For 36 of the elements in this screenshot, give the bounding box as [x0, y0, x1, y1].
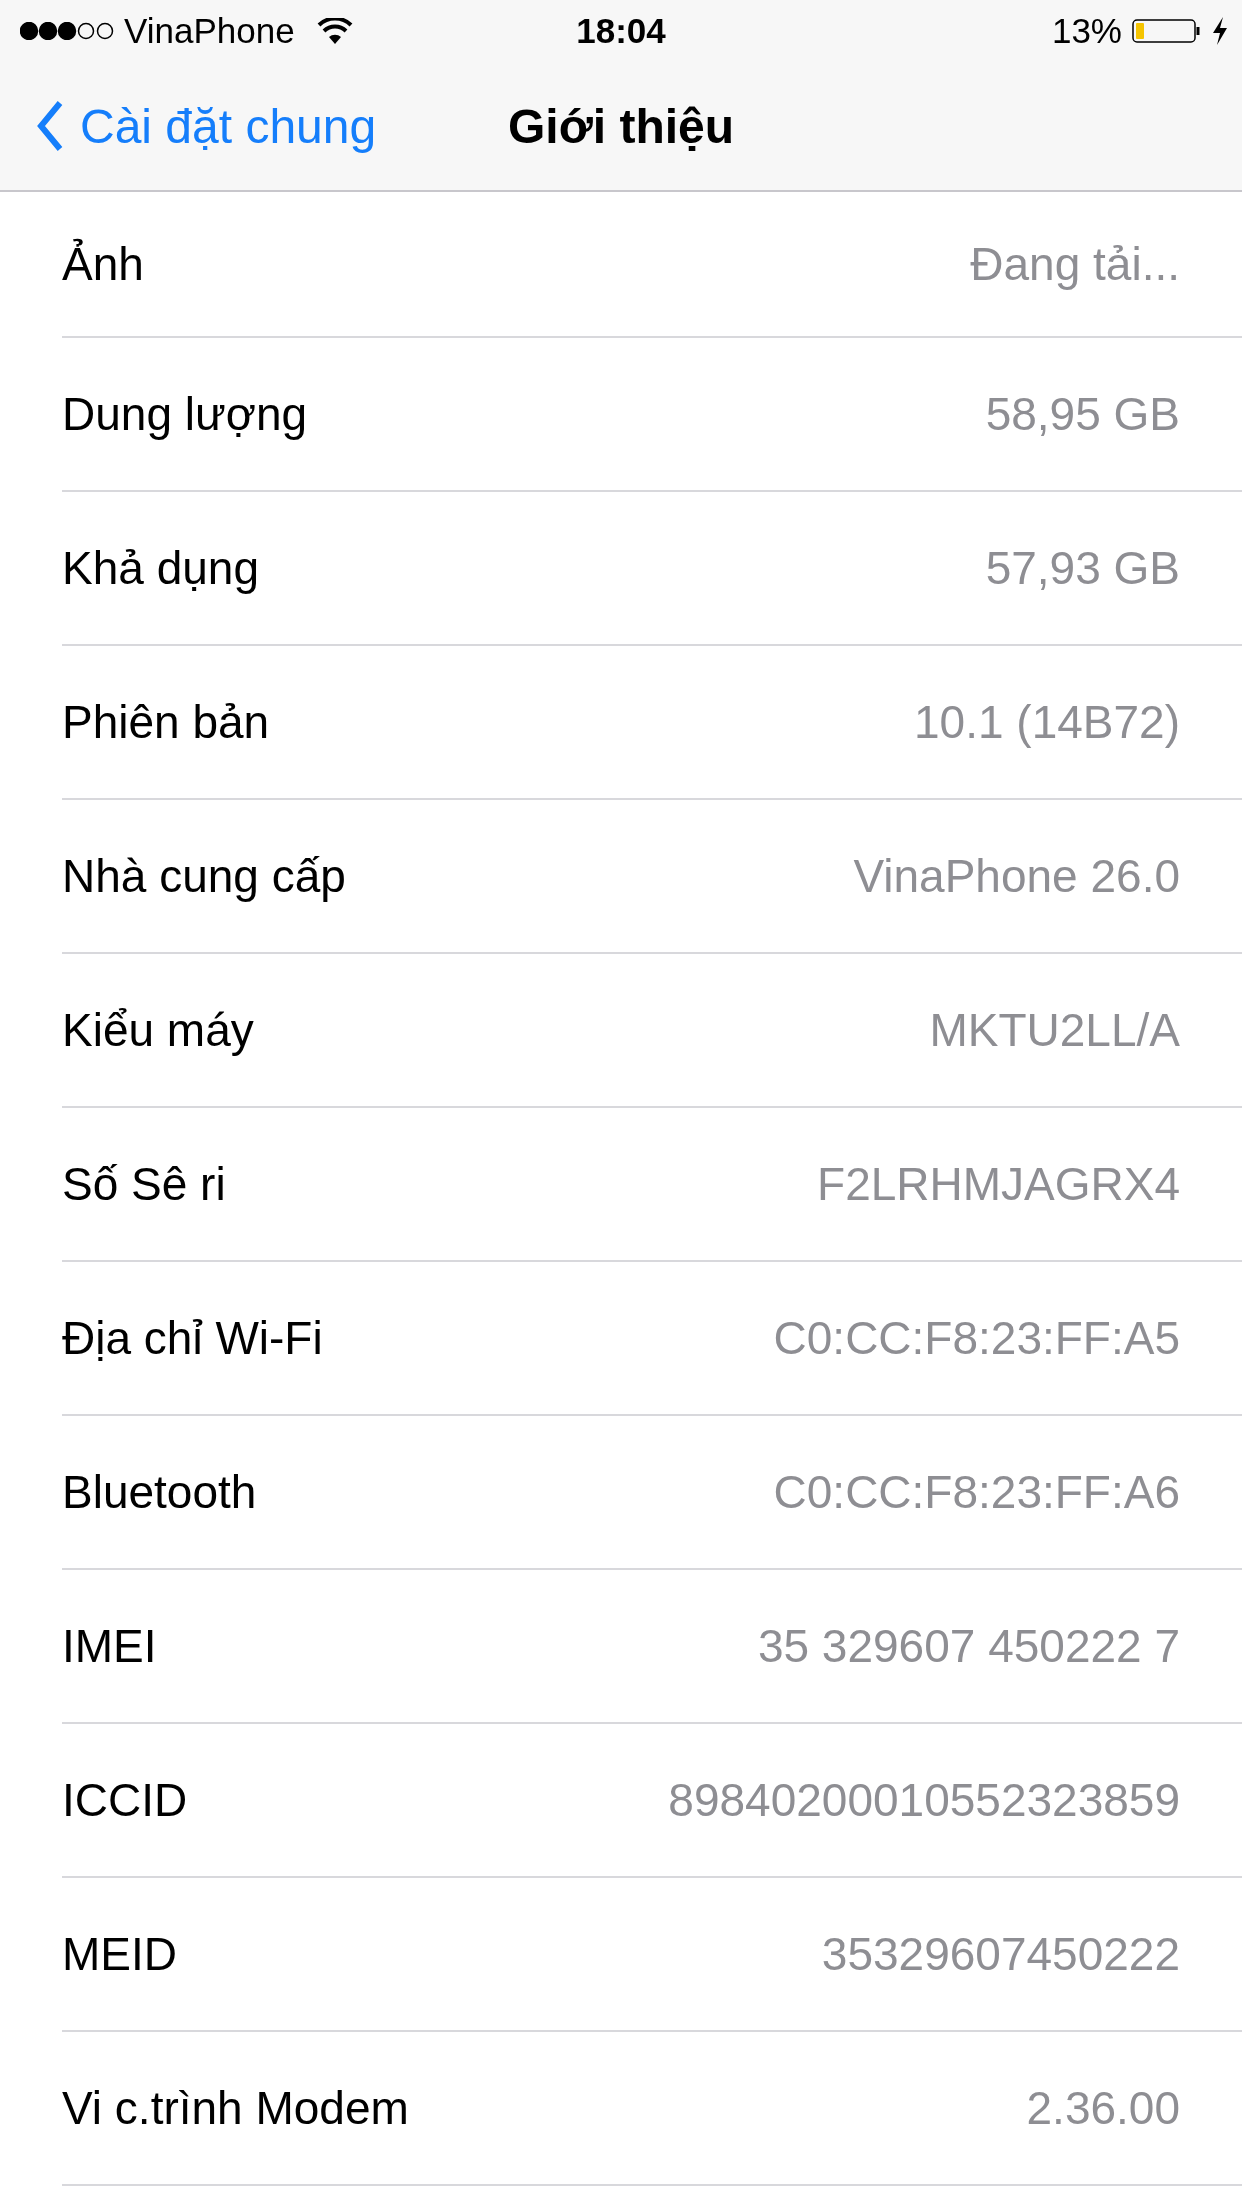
- page-title: Giới thiệu: [508, 98, 735, 154]
- row-label: ICCID: [62, 1773, 188, 1827]
- row-label: Khả dụng: [62, 541, 259, 595]
- wifi-icon: [316, 18, 353, 44]
- clock-time: 18:04: [576, 11, 666, 51]
- row-label: Vi c.trình Modem: [62, 2081, 409, 2135]
- row-label: MEID: [62, 1927, 177, 1981]
- row-value: Đang tải...: [970, 237, 1180, 291]
- row-label: Nhà cung cấp: [62, 849, 346, 903]
- row-label: Kiểu máy: [62, 1003, 254, 1057]
- row-label: Địa chỉ Wi-Fi: [62, 1311, 323, 1365]
- signal-icon: [20, 22, 114, 40]
- row-value: C0:CC:F8:23:FF:A5: [773, 1311, 1180, 1365]
- row-label: Số Sê ri: [62, 1157, 226, 1211]
- row-value: 10.1 (14B72): [914, 695, 1180, 749]
- battery-percentage: 13%: [1051, 11, 1122, 51]
- row-value: VinaPhone 26.0: [853, 849, 1180, 903]
- row-value: MKTU2LL/A: [929, 1003, 1180, 1057]
- back-button[interactable]: Cài đặt chung: [0, 98, 377, 154]
- row-value: 35 329607 450222 7: [757, 1619, 1180, 1673]
- row-value: 35329607450222: [821, 1927, 1180, 1981]
- chevron-left-icon: [36, 99, 64, 153]
- row-value: C0:CC:F8:23:FF:A6: [773, 1465, 1180, 1519]
- row-value: 89840200010552323859: [668, 1773, 1180, 1827]
- charging-bolt-icon: [1212, 17, 1228, 45]
- row-label: IMEI: [62, 1619, 157, 1673]
- battery-icon: [1132, 17, 1202, 45]
- row-value: 58,95 GB: [985, 387, 1180, 441]
- row-value: F2LRHMJAGRX4: [817, 1157, 1180, 1211]
- row-label: Dung lượng: [62, 387, 308, 441]
- row-label: Phiên bản: [62, 695, 270, 749]
- row-label: Ảnh: [62, 237, 144, 291]
- row-value: 57,93 GB: [985, 541, 1180, 595]
- carrier-name: VinaPhone: [124, 11, 295, 51]
- row-value: 2.36.00: [1026, 2081, 1180, 2135]
- row-label: Bluetooth: [62, 1465, 257, 1519]
